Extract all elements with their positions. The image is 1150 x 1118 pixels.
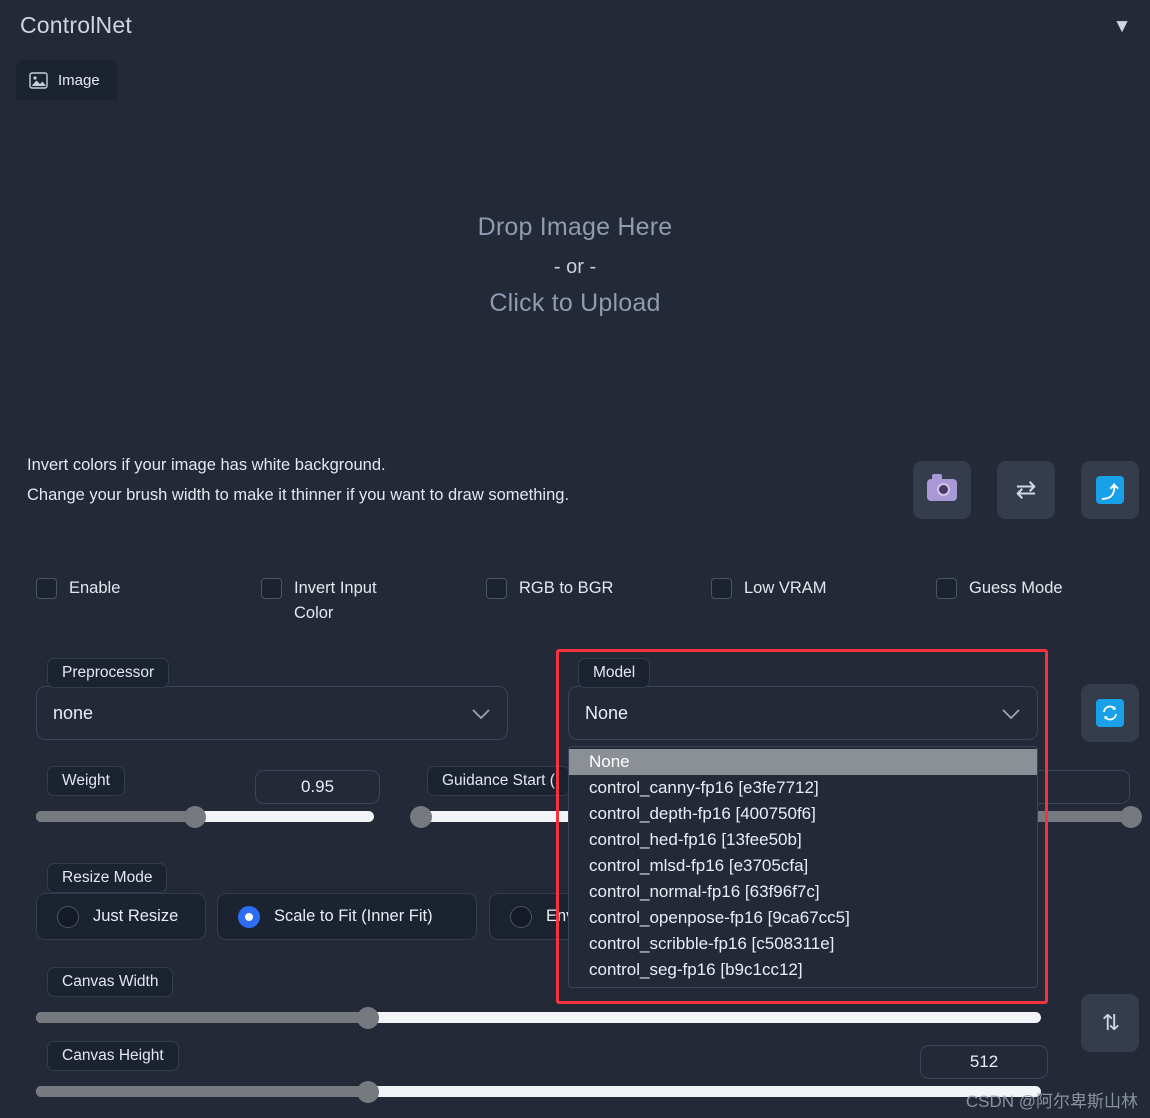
info-text: Invert colors if your image has white ba… [27,450,569,510]
radio-label: Scale to Fit (Inner Fit) [274,907,433,925]
checkbox-box [486,578,507,599]
chevron-down-icon[interactable]: ▼ [1108,13,1136,41]
model-option[interactable]: control_scribble-fp16 [c508311e] [569,931,1037,957]
send-button[interactable]: ⤴ [1081,461,1139,519]
page-title: ControlNet [20,12,132,38]
arrow-up-right-icon: ⤴ [1096,476,1124,504]
weight-label: Weight [47,766,125,796]
tab-image[interactable]: Image [16,60,117,100]
model-dropdown-options[interactable]: None control_canny-fp16 [e3fe7712] contr… [568,746,1038,988]
guidance-start-label: Guidance Start ( [427,766,570,796]
weight-slider[interactable] [36,805,374,828]
refresh-models-button[interactable] [1081,684,1139,742]
slider-thumb[interactable] [356,1006,379,1029]
swap-button[interactable]: ⇄ [997,461,1055,519]
canvas-width-label: Canvas Width [47,967,174,997]
model-option[interactable]: control_normal-fp16 [63f96f7c] [569,879,1037,905]
canvas-height-label: Canvas Height [47,1041,179,1071]
swap-dimensions-button[interactable]: ⇅ [1081,994,1139,1052]
radio-scale-to-fit[interactable]: Scale to Fit (Inner Fit) [217,893,477,940]
controlnet-panel: ControlNet ▼ Image Drop Image Here - or … [0,0,1150,1118]
checkbox-guess-mode[interactable]: Guess Mode [936,576,1063,601]
radio-button [238,905,260,928]
model-option[interactable]: control_seg-fp16 [b9c1cc12] [569,957,1037,983]
radio-button [57,905,79,928]
weight-value-input[interactable]: 0.95 [255,770,380,804]
checkbox-invert-input-color[interactable]: Invert Input Color [261,576,411,626]
panel-header: ControlNet ▼ [0,0,1150,52]
model-option[interactable]: None [569,749,1037,775]
model-option[interactable]: control_hed-fp16 [13fee50b] [569,827,1037,853]
image-drop-area[interactable]: Drop Image Here - or - Click to Upload [16,100,1134,430]
slider-thumb[interactable] [1120,805,1142,828]
checkbox-label: Guess Mode [969,579,1063,597]
checkbox-box [36,578,57,599]
info-line-1: Invert colors if your image has white ba… [27,456,386,474]
checkbox-rgb-to-bgr[interactable]: RGB to BGR [486,576,613,601]
chevron-down-icon [1001,707,1021,720]
model-option[interactable]: control_depth-fp16 [400750f6] [569,801,1037,827]
canvas-height-slider[interactable] [36,1080,1041,1103]
checkbox-box [936,578,957,599]
model-option[interactable]: control_mlsd-fp16 [e3705cfa] [569,853,1037,879]
checkbox-label: RGB to BGR [519,579,614,597]
tab-bar: Image [16,60,117,100]
drop-or-text: - or - [553,255,597,278]
checkbox-low-vram[interactable]: Low VRAM [711,576,827,601]
camera-icon [927,474,957,501]
canvas-width-slider[interactable] [36,1006,1041,1029]
checkbox-label: Enable [69,579,121,597]
model-option[interactable]: control_canny-fp16 [e3fe7712] [569,775,1037,801]
radio-just-resize[interactable]: Just Resize [36,893,206,940]
info-line-2: Change your brush width to make it thinn… [27,486,570,504]
image-icon [29,71,48,89]
up-down-arrows-icon: ⇅ [1101,1010,1120,1035]
radio-button [510,905,532,928]
slider-thumb[interactable] [183,805,206,828]
model-label: Model [578,658,651,688]
canvas-height-value-input[interactable]: 512 [920,1045,1048,1079]
checkbox-label: Invert Input Color [294,579,377,622]
slider-thumb[interactable] [356,1080,379,1103]
radio-label: Just Resize [93,907,179,925]
chevron-down-icon [471,707,491,720]
slider-fill [36,811,195,822]
slider-fill [36,1012,368,1023]
checkbox-box [261,578,282,599]
preprocessor-label: Preprocessor [47,658,170,688]
drop-image-text: Drop Image Here [477,212,673,241]
options-checkbox-row: Enable Invert Input Color RGB to BGR Low… [0,570,1150,632]
slider-thumb[interactable] [410,805,433,828]
preprocessor-value: none [53,702,94,723]
preprocessor-dropdown[interactable]: none [36,686,508,740]
refresh-icon [1096,699,1124,727]
resize-mode-label: Resize Mode [47,863,168,893]
model-value: None [585,702,629,723]
tab-image-label: Image [58,71,100,89]
swap-arrows-icon: ⇄ [1015,475,1037,504]
checkbox-box [711,578,732,599]
checkbox-enable[interactable]: Enable [36,576,120,601]
model-option[interactable]: control_openpose-fp16 [9ca67cc5] [569,905,1037,931]
click-to-upload-text: Click to Upload [489,288,661,317]
model-dropdown[interactable]: None [568,686,1038,740]
camera-button[interactable] [913,461,971,519]
slider-fill [36,1086,368,1097]
checkbox-label: Low VRAM [744,579,827,597]
